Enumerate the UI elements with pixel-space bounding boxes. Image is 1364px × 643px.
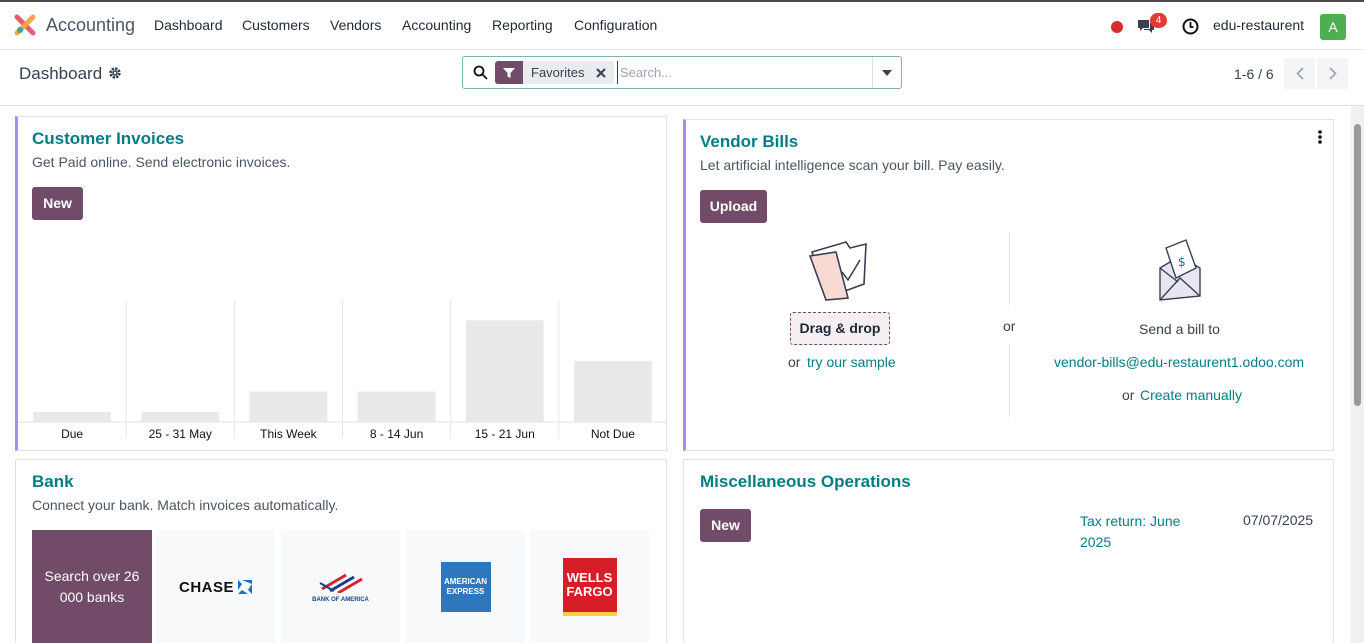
chart-bar[interactable]	[141, 411, 220, 422]
pager-value[interactable]: 1-6 / 6	[1234, 66, 1274, 82]
bank-name: WELLS FARGO	[562, 558, 617, 616]
company-switcher[interactable]: edu-restaurent	[1213, 17, 1304, 33]
or-label: or	[788, 354, 801, 370]
kebab-menu-icon[interactable]	[1318, 130, 1322, 144]
vendor-bills-email-link[interactable]: vendor-bills@edu-restaurent1.odoo.com	[1054, 354, 1304, 370]
bank-tile-chase[interactable]: CHASE	[156, 530, 275, 643]
card-subtitle: Let artificial intelligence scan your bi…	[700, 157, 1005, 173]
svg-text:$: $	[1178, 255, 1186, 269]
folder-icon	[808, 241, 867, 301]
gear-icon[interactable]	[108, 66, 122, 80]
chart-bar[interactable]	[249, 391, 328, 423]
menu-dashboard[interactable]: Dashboard	[154, 17, 223, 33]
invoice-aging-chart: Due 25 - 31 May This Week 8 - 14 Jun 15 - 21…	[18, 300, 667, 441]
chase-logo-icon	[238, 580, 252, 594]
search-banks-button[interactable]: Search over 26 000 banks	[32, 530, 152, 643]
x-tick-label: This Week	[260, 427, 317, 441]
send-bill-label: Send a bill to	[1139, 321, 1220, 337]
page-title: Dashboard	[19, 64, 103, 83]
chart-bar[interactable]	[573, 361, 652, 422]
filter-icon	[495, 61, 523, 84]
envelope-icon: $	[1159, 239, 1201, 301]
card-title[interactable]: Vendor Bills	[700, 132, 798, 152]
bank-of-america-logo-icon	[319, 573, 363, 593]
misc-operations-card: Miscellaneous Operations New Tax return:…	[683, 459, 1334, 643]
search-input[interactable]	[617, 61, 867, 84]
search-facet: Favorites	[495, 61, 615, 84]
chat-count-badge: 4	[1150, 13, 1167, 28]
or-label: or	[1122, 387, 1135, 403]
divider	[1009, 232, 1010, 305]
divider	[1009, 344, 1010, 417]
close-icon[interactable]	[592, 61, 610, 84]
control-panel: Dashboard Favorites 1-6 / 6	[0, 50, 1364, 106]
menu-accounting[interactable]: Accounting	[402, 17, 471, 33]
x-tick-label: 15 - 21 Jun	[475, 427, 535, 441]
chart-bar[interactable]	[357, 391, 436, 423]
bank-name: CHASE	[178, 578, 234, 596]
bank-name: BANK OF AMERICA	[312, 597, 369, 603]
scrollbar-thumb[interactable]	[1354, 124, 1361, 406]
upload-button[interactable]: Upload	[700, 190, 767, 223]
bank-tile-wells-fargo[interactable]: WELLS FARGO	[530, 530, 649, 643]
search-icon[interactable]	[473, 65, 488, 80]
search-bar: Favorites	[462, 56, 902, 89]
x-tick-label: 25 - 31 May	[149, 427, 212, 441]
top-navbar: Accounting Dashboard Customers Vendors A…	[0, 0, 1364, 50]
bank-card: Bank Connect your bank. Match invoices a…	[15, 459, 667, 643]
menu-configuration[interactable]: Configuration	[574, 17, 657, 33]
chevron-down-icon[interactable]	[872, 57, 901, 88]
card-title[interactable]: Bank	[32, 472, 74, 492]
vendor-bills-card: Vendor Bills Let artificial intelligence…	[683, 119, 1334, 451]
or-separator: or	[1003, 318, 1016, 334]
x-tick-label: Due	[61, 427, 83, 441]
bank-name: AMERICAN EXPRESS	[440, 562, 491, 612]
menu-vendors[interactable]: Vendors	[330, 17, 381, 33]
activity-date: 07/07/2025	[1243, 512, 1314, 528]
create-manually-link[interactable]: Create manually	[1140, 387, 1242, 403]
activity-link[interactable]: Tax return: June 2025	[1080, 511, 1190, 553]
x-tick-label: 8 - 14 Jun	[370, 427, 423, 441]
bank-tile-bank-of-america[interactable]: BANK OF AMERICA	[281, 530, 400, 643]
menu-reporting[interactable]: Reporting	[492, 17, 553, 33]
accounting-app-icon[interactable]	[14, 14, 36, 36]
app-name[interactable]: Accounting	[46, 15, 135, 36]
pager-next-button[interactable]	[1317, 58, 1348, 89]
clock-icon[interactable]	[1182, 18, 1199, 35]
bank-tile-american-express[interactable]: AMERICAN EXPRESS	[406, 530, 525, 643]
menu-customers[interactable]: Customers	[242, 17, 310, 33]
try-sample-link[interactable]: try our sample	[807, 354, 896, 370]
new-entry-button[interactable]: New	[700, 509, 751, 542]
customer-invoices-card: Customer Invoices Get Paid online. Send …	[15, 116, 667, 451]
x-tick-label: Not Due	[591, 427, 635, 441]
scrollbar[interactable]	[1351, 106, 1364, 643]
card-subtitle: Connect your bank. Match invoices automa…	[32, 497, 339, 513]
card-title[interactable]: Miscellaneous Operations	[700, 472, 911, 492]
chart-bar[interactable]	[33, 411, 112, 422]
pager-previous-button[interactable]	[1284, 58, 1315, 89]
drag-drop-zone[interactable]: Drag & drop	[790, 312, 890, 345]
user-avatar[interactable]: A	[1320, 14, 1346, 40]
chart-bar[interactable]	[465, 320, 544, 422]
status-dot-icon[interactable]	[1111, 21, 1123, 33]
facet-label: Favorites	[531, 65, 585, 80]
